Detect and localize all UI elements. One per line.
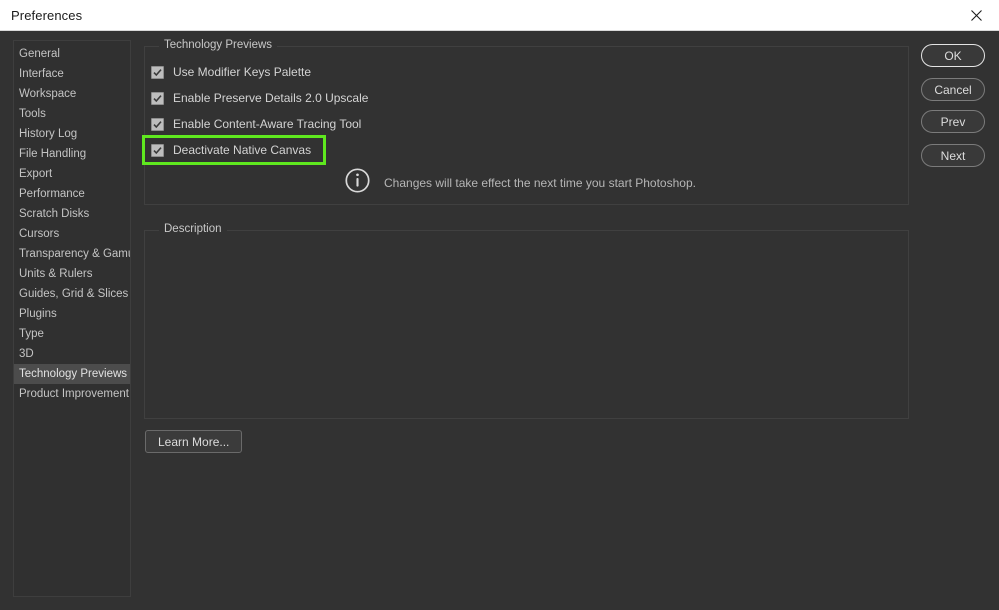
description-group-title: Description [159,223,227,235]
checkbox-row-enable-preserve-details-2-0-upscale[interactable]: Enable Preserve Details 2.0 Upscale [151,89,368,107]
cancel-button[interactable]: Cancel [921,78,985,101]
learn-more-button[interactable]: Learn More... [145,430,243,453]
sidebar-item-scratch-disks[interactable]: Scratch Disks [14,204,130,224]
checkbox-row-deactivate-native-canvas[interactable]: Deactivate Native Canvas [151,141,311,159]
sidebar-item-technology-previews[interactable]: Technology Previews [14,364,130,384]
checkbox-label: Use Modifier Keys Palette [173,65,312,79]
close-icon [970,9,982,21]
prev-button[interactable]: Prev [921,110,985,133]
checkbox-checked-icon[interactable] [151,117,164,131]
sidebar-item-product-improvement[interactable]: Product Improvement [14,384,130,404]
sidebar-item-3d[interactable]: 3D [14,344,130,364]
sidebar-item-plugins[interactable]: Plugins [14,304,130,324]
sidebar-item-export[interactable]: Export [14,164,130,184]
sidebar-item-type[interactable]: Type [14,324,130,344]
window-titlebar: Preferences [0,0,999,31]
info-icon [345,168,370,198]
sidebar-item-interface[interactable]: Interface [14,64,130,84]
checkbox-row-enable-content-aware-tracing-tool[interactable]: Enable Content-Aware Tracing Tool [151,115,361,133]
checkbox-checked-icon[interactable] [151,91,164,105]
sidebar-item-tools[interactable]: Tools [14,104,130,124]
sidebar-item-history-log[interactable]: History Log [14,124,130,144]
sidebar-item-guides-grid-slices[interactable]: Guides, Grid & Slices [14,284,130,304]
close-button[interactable] [953,0,999,30]
checkbox-checked-icon[interactable] [151,143,164,157]
sidebar-item-general[interactable]: General [14,44,130,64]
checkbox-label: Deactivate Native Canvas [173,143,312,157]
checkbox-label: Enable Preserve Details 2.0 Upscale [173,91,369,105]
sidebar-item-units-rulers[interactable]: Units & Rulers [14,264,130,284]
sidebar-item-performance[interactable]: Performance [14,184,130,204]
next-button[interactable]: Next [921,144,985,167]
ok-button[interactable]: OK [921,44,985,67]
sidebar-item-file-handling[interactable]: File Handling [14,144,130,164]
checkbox-row-use-modifier-keys-palette[interactable]: Use Modifier Keys Palette [151,63,311,81]
checkbox-checked-icon[interactable] [151,65,164,79]
window-title: Preferences [11,8,83,23]
preferences-category-list[interactable]: General Interface Workspace Tools Histor… [13,40,131,597]
checkbox-label: Enable Content-Aware Tracing Tool [173,117,362,131]
sidebar-item-workspace[interactable]: Workspace [14,84,130,104]
sidebar-item-cursors[interactable]: Cursors [14,224,130,244]
description-group: Description [144,223,909,419]
restart-required-note: Changes will take effect the next time y… [345,168,696,198]
restart-required-text: Changes will take effect the next time y… [384,176,696,190]
technology-previews-group-title: Technology Previews [159,39,278,51]
sidebar-item-transparency-gamut[interactable]: Transparency & Gamut [14,244,130,264]
